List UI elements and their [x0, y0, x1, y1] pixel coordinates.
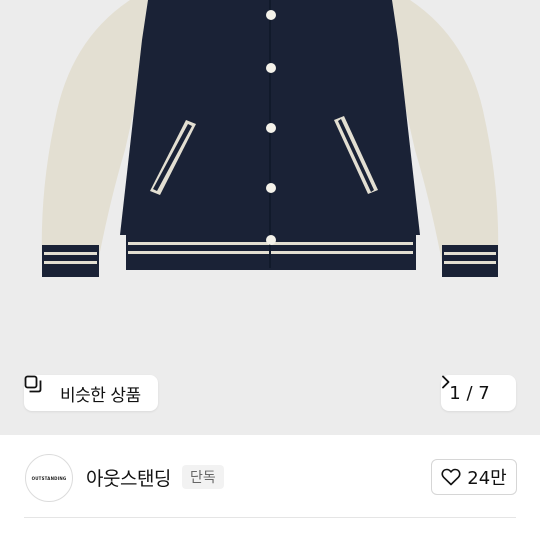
similar-products-label: 비슷한 상품 [60, 385, 141, 406]
brand-row[interactable]: OUTSTANDING 아웃스탠딩 단독 24만 [0, 435, 540, 517]
brand-logo-text: OUTSTANDING [31, 475, 67, 481]
jacket-illustration [41, 0, 499, 277]
section-divider [24, 517, 516, 518]
brand-name[interactable]: 아웃스탠딩 [86, 464, 171, 491]
heart-icon [441, 468, 461, 486]
image-counter-text: 1 / 7 [449, 382, 490, 404]
similar-products-icon [24, 375, 54, 402]
product-image[interactable]: 비슷한 상품 1 / 7 [0, 0, 540, 435]
like-count: 24만 [467, 468, 507, 489]
exclusive-badge: 단독 [182, 465, 224, 489]
like-button[interactable]: 24만 [431, 459, 517, 495]
similar-products-button[interactable]: 비슷한 상품 [24, 375, 158, 411]
image-counter-button[interactable]: 1 / 7 [441, 375, 516, 411]
product-detail-screen: 비슷한 상품 1 / 7 OUTSTANDING 아웃스탠딩 단독 24만 [0, 0, 540, 540]
brand-logo[interactable]: OUTSTANDING [25, 454, 73, 502]
chevron-right-icon [442, 375, 508, 400]
